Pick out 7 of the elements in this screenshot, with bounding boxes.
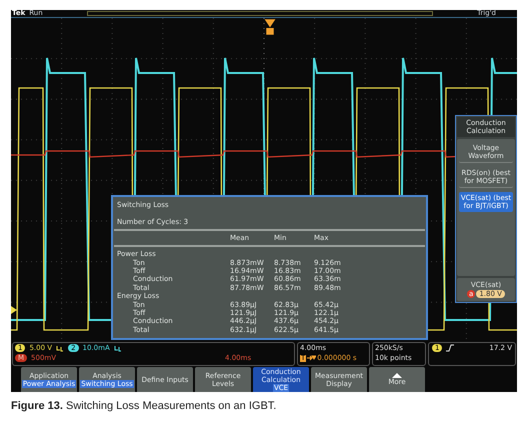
up-triangle-icon [392, 373, 402, 378]
bandwidth-icon [56, 344, 64, 352]
figure-caption: Figure 13. Switching Loss Measurements on an IGBT. [11, 399, 278, 414]
arrow-icon [307, 355, 316, 362]
rising-edge-icon [446, 344, 454, 352]
ground-marker-icon [11, 306, 17, 314]
bandwidth-icon [114, 344, 122, 352]
